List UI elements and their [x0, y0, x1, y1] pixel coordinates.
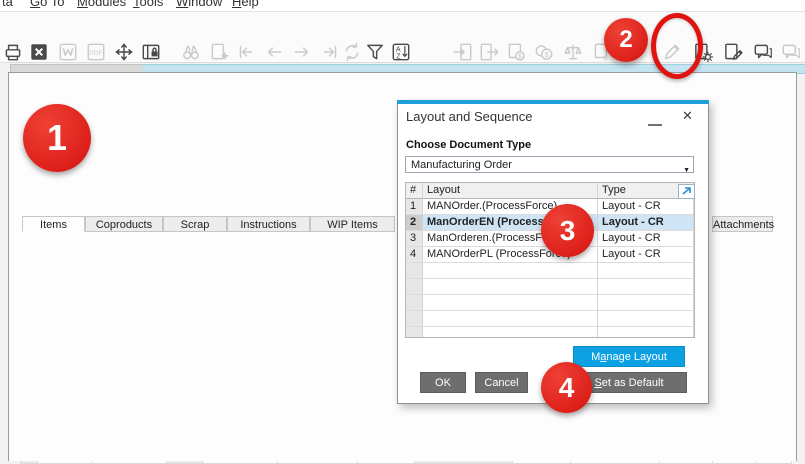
- dialog-close-icon[interactable]: ✕: [682, 108, 693, 124]
- layout-row-4-cell[interactable]: 4: [406, 247, 423, 263]
- menu-item-window[interactable]: Window: [176, 0, 222, 11]
- menu-item-go-to[interactable]: Go To: [30, 0, 64, 11]
- annotation-ring-step2: [651, 13, 703, 79]
- tab-instructions[interactable]: Instructions: [227, 216, 310, 232]
- payment-incoming-icon[interactable]: [452, 41, 474, 63]
- layout-table: #LayoutType1MANOrder.(ProcessForce)Layou…: [405, 182, 695, 338]
- dialog-minimize-icon[interactable]: [648, 112, 662, 126]
- sort-table-icon[interactable]: AZ: [390, 41, 412, 63]
- layout-row-empty-cell: [598, 279, 694, 295]
- gross-profit-icon[interactable]: [562, 41, 584, 63]
- layout-row-empty-cell: [598, 263, 694, 279]
- svg-text:$: $: [545, 51, 549, 59]
- svg-text:Z: Z: [396, 53, 401, 61]
- layout-row-3-cell[interactable]: Layout - CR: [598, 231, 694, 247]
- messages-icon[interactable]: [752, 41, 774, 63]
- layout-row-empty-cell: [406, 327, 423, 338]
- expand-table-icon[interactable]: [678, 184, 695, 199]
- menu-item-ta[interactable]: ta: [2, 0, 13, 11]
- layout-row-empty-cell: [406, 279, 423, 295]
- layout-row-empty-cell: [423, 327, 598, 338]
- last-record-icon[interactable]: [319, 41, 341, 63]
- lock-screen-icon[interactable]: [140, 41, 162, 63]
- move-icon[interactable]: [113, 41, 135, 63]
- previous-record-icon[interactable]: [263, 41, 285, 63]
- first-record-icon[interactable]: [235, 41, 257, 63]
- manage-layout-button[interactable]: Manage Layout: [573, 346, 685, 367]
- cancel-button[interactable]: Cancel: [475, 372, 528, 393]
- document-type-dropdown[interactable]: Manufacturing Order▼: [405, 156, 694, 173]
- refresh-record-icon[interactable]: [341, 41, 363, 63]
- document-payment-icon[interactable]: $: [505, 41, 527, 63]
- next-record-icon[interactable]: [291, 41, 313, 63]
- layout-row-2-cell[interactable]: Layout - CR: [598, 215, 694, 231]
- step-badge-4: 4: [541, 362, 592, 413]
- layout-row-3-cell[interactable]: 3: [406, 231, 423, 247]
- step-badge-1: 1: [23, 104, 91, 172]
- step-badge-3: 3: [541, 204, 594, 257]
- payment-outgoing-icon[interactable]: [478, 41, 500, 63]
- menu-item-tools[interactable]: Tools: [133, 0, 163, 11]
- menu-bar: ta Go To Modules Tools Window Help: [0, 0, 805, 12]
- step-badge-2: 2: [604, 18, 648, 62]
- layout-row-empty-cell: [423, 295, 598, 311]
- layout-row-empty-cell: [423, 311, 598, 327]
- tab-wip-items[interactable]: WIP Items: [310, 216, 395, 232]
- layout-row-empty-cell: [406, 263, 423, 279]
- tab-attachments[interactable]: Attachments: [712, 216, 773, 232]
- add-record-icon[interactable]: [208, 41, 230, 63]
- filter-table-icon[interactable]: [364, 41, 386, 63]
- payment-means-icon[interactable]: $: [533, 41, 555, 63]
- tab-items[interactable]: Items: [22, 216, 85, 232]
- dialog-title: Layout and Sequence: [406, 109, 533, 124]
- svg-text:PDF: PDF: [89, 50, 102, 57]
- find-icon[interactable]: [180, 41, 202, 63]
- layout-row-empty-cell: [423, 263, 598, 279]
- dialog-column-header-: #: [406, 183, 423, 199]
- layout-row-empty-cell: [406, 311, 423, 327]
- tab-coproducts[interactable]: Coproducts: [85, 216, 163, 232]
- layout-row-1-cell[interactable]: Layout - CR: [598, 199, 694, 215]
- print-icon[interactable]: [2, 41, 24, 63]
- layout-row-empty-cell: [598, 311, 694, 327]
- alerts-icon[interactable]: [780, 41, 802, 63]
- chevron-down-icon[interactable]: ▼: [683, 162, 690, 179]
- ok-button[interactable]: OK: [420, 372, 466, 393]
- dialog-column-header-layout: Layout: [423, 183, 598, 199]
- layout-row-empty-cell: [423, 279, 598, 295]
- export-word-icon[interactable]: [57, 41, 79, 63]
- dialog-accent-bar: [397, 100, 709, 104]
- menu-item-modules[interactable]: Modules: [77, 0, 126, 11]
- user-defined-fields-icon[interactable]: [722, 41, 744, 63]
- layout-row-4-cell[interactable]: Layout - CR: [598, 247, 694, 263]
- layout-row-empty-cell: [598, 295, 694, 311]
- svg-text:$: $: [518, 53, 522, 61]
- tab-scrap[interactable]: Scrap: [163, 216, 227, 232]
- choose-document-type-label: Choose Document Type: [406, 139, 531, 151]
- export-pdf-icon[interactable]: PDF: [85, 41, 107, 63]
- layout-row-1-cell[interactable]: 1: [406, 199, 423, 215]
- layout-row-empty-cell: [406, 295, 423, 311]
- export-excel-icon[interactable]: [28, 41, 50, 63]
- layout-row-empty-cell: [598, 327, 694, 338]
- svg-text:S: S: [603, 53, 608, 62]
- layout-row-2-cell[interactable]: 2: [406, 215, 423, 231]
- menu-item-help[interactable]: Help: [232, 0, 259, 11]
